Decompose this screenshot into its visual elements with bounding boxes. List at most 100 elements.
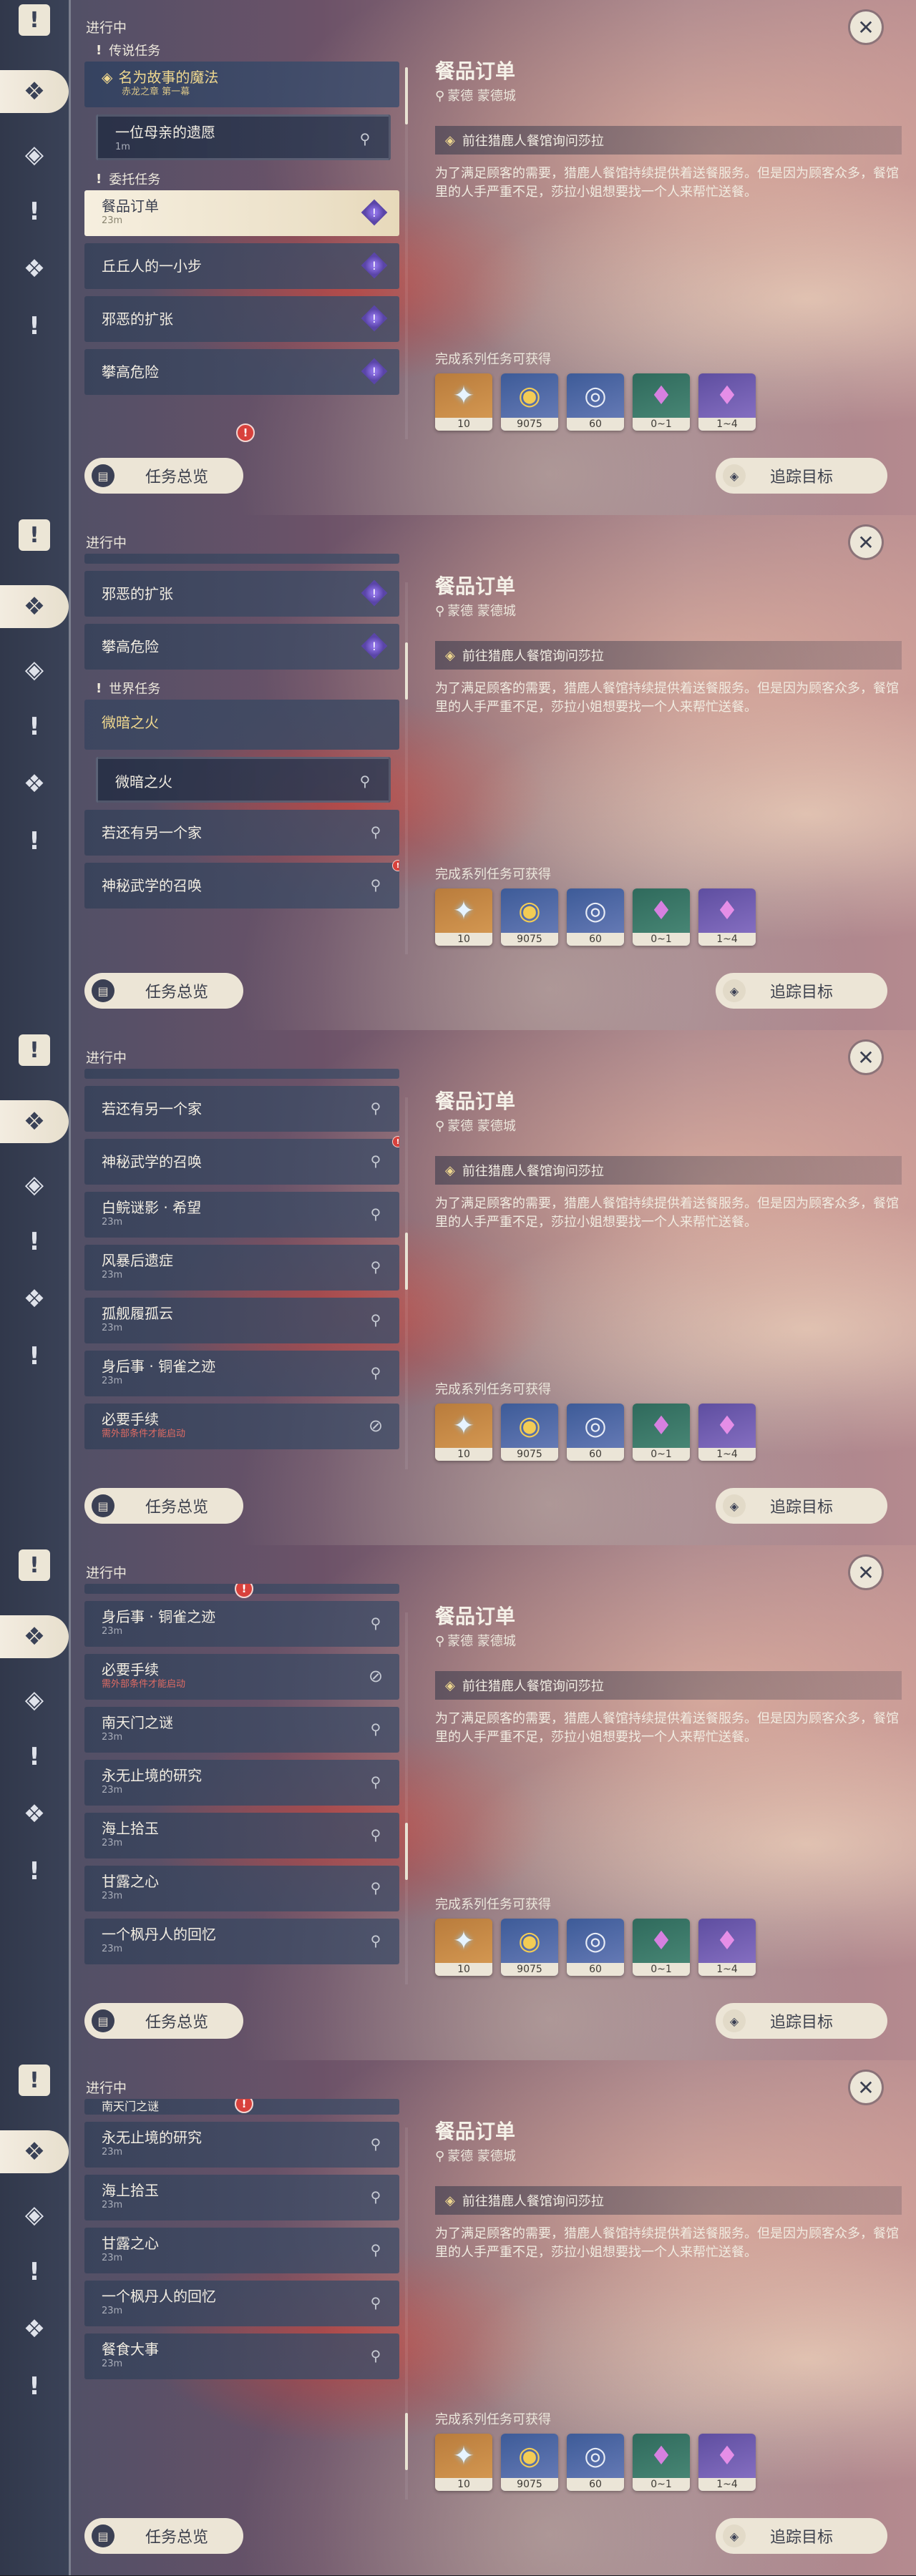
world-quest-icon[interactable]: ❖: [16, 2311, 53, 2348]
location-pin-icon[interactable]: ⚲: [364, 2132, 388, 2156]
quest-item[interactable]: 邪恶的扩张!: [84, 571, 399, 617]
reward-primogem[interactable]: ✦ 10: [435, 2434, 492, 2491]
reward-mora[interactable]: ◉ 9075: [501, 373, 558, 431]
quest-item[interactable]: 若还有另一个家 ⚲: [84, 1086, 399, 1132]
quest-item[interactable]: 甘露之心 23m ⚲: [84, 1866, 399, 1911]
quest-book-icon[interactable]: !: [19, 2065, 50, 2096]
quest-item-partial[interactable]: 南天门之谜!: [84, 2099, 399, 2115]
quest-item[interactable]: 攀高危险!: [84, 624, 399, 670]
quest-item[interactable]: 微暗之火: [84, 700, 399, 750]
archon-quest-icon[interactable]: ◈: [16, 651, 53, 688]
reward-mora[interactable]: ◉ 9075: [501, 1404, 558, 1461]
quest-item[interactable]: 风暴后遗症 23m ⚲: [84, 1245, 399, 1291]
quest-item[interactable]: 神秘武学的召唤 ⚲!: [84, 1136, 399, 1185]
unavailable-icon[interactable]: ⊘: [364, 1414, 388, 1438]
reward-crystal-green[interactable]: ♦ 0~1: [633, 373, 690, 431]
commission-icon[interactable]: !: [361, 252, 388, 279]
world-quest-icon[interactable]: ❖: [16, 1280, 53, 1318]
commission-icon[interactable]: !: [361, 199, 388, 226]
reward-crystal-purple[interactable]: ♦ 1~4: [698, 2434, 756, 2491]
world-quest-icon[interactable]: ❖: [16, 250, 53, 288]
quest-item[interactable]: 必要手续 需外部条件才能启动 ⊘: [84, 1654, 399, 1700]
quest-item[interactable]: 丘丘人的一小步!: [84, 243, 399, 289]
quest-item[interactable]: 若还有另一个家 ⚲: [84, 810, 399, 856]
sub-quest-item[interactable]: 一位母亲的遗愿 1m ⚲: [96, 114, 391, 160]
story-quest-icon[interactable]: !: [16, 1223, 53, 1260]
reward-primogem[interactable]: ✦ 10: [435, 888, 492, 946]
quest-item-partial[interactable]: [84, 1069, 399, 1079]
reward-adventure-exp[interactable]: ◎ 60: [567, 2434, 624, 2491]
reward-crystal-green[interactable]: ♦ 0~1: [633, 888, 690, 946]
all-quests-icon[interactable]: ❖: [0, 70, 69, 113]
track-target-button[interactable]: ◈ 追踪目标: [716, 2003, 887, 2039]
list-scrollbar[interactable]: [405, 1823, 408, 1880]
list-scrollbar[interactable]: [405, 642, 408, 700]
reward-crystal-green[interactable]: ♦ 0~1: [633, 2434, 690, 2491]
track-target-button[interactable]: ◈ 追踪目标: [716, 973, 887, 1009]
archon-quest-icon[interactable]: ◈: [16, 136, 53, 173]
list-scrollbar[interactable]: [405, 1233, 408, 1290]
list-scrollbar[interactable]: [405, 2413, 408, 2470]
location-pin-icon[interactable]: ⚲: [364, 1717, 388, 1741]
quest-item[interactable]: 海上拾玉 23m ⚲: [84, 1813, 399, 1858]
track-target-button[interactable]: ◈ 追踪目标: [716, 458, 887, 494]
quest-item[interactable]: 永无止境的研究 23m ⚲: [84, 1760, 399, 1806]
unavailable-icon[interactable]: ⊘: [364, 1664, 388, 1688]
reward-mora[interactable]: ◉ 9075: [501, 888, 558, 946]
track-target-button[interactable]: ◈ 追踪目标: [716, 1488, 887, 1524]
location-pin-icon[interactable]: ⚲: [364, 1823, 388, 1847]
close-button[interactable]: ✕: [850, 527, 882, 558]
location-pin-icon[interactable]: ⚲: [364, 820, 388, 844]
reward-adventure-exp[interactable]: ◎ 60: [567, 1919, 624, 1976]
reward-primogem[interactable]: ✦ 10: [435, 1404, 492, 1461]
world-quest-icon[interactable]: ❖: [16, 765, 53, 803]
quest-item[interactable]: 海上拾玉 23m ⚲: [84, 2175, 399, 2220]
quest-item[interactable]: 一个枫丹人的回忆 23m ⚲: [84, 1919, 399, 1964]
story-quest-icon[interactable]: !: [16, 2253, 53, 2291]
quest-book-icon[interactable]: !: [19, 1034, 50, 1066]
quest-item[interactable]: 南天门之谜 23m ⚲: [84, 1707, 399, 1753]
quest-item[interactable]: 餐食大事 23m ⚲: [84, 2333, 399, 2379]
story-quest-icon[interactable]: !: [16, 1738, 53, 1776]
quest-item[interactable]: 身后事 · 铜雀之迹 23m ⚲: [84, 1351, 399, 1396]
location-pin-icon[interactable]: ⚲: [353, 127, 377, 151]
location-pin-icon[interactable]: ⚲: [364, 1096, 388, 1120]
archon-quest-icon[interactable]: ◈: [16, 1166, 53, 1203]
location-pin-icon[interactable]: ⚲: [364, 1202, 388, 1226]
close-button[interactable]: ✕: [850, 1042, 882, 1073]
event-quest-icon[interactable]: !: [16, 308, 53, 345]
reward-adventure-exp[interactable]: ◎ 60: [567, 888, 624, 946]
location-pin-icon[interactable]: ⚲: [364, 1611, 388, 1635]
sub-quest-item[interactable]: 微暗之火 ⚲: [96, 757, 391, 803]
reward-crystal-purple[interactable]: ♦ 1~4: [698, 373, 756, 431]
reward-mora[interactable]: ◉ 9075: [501, 1919, 558, 1976]
event-quest-icon[interactable]: !: [16, 823, 53, 860]
event-quest-icon[interactable]: !: [16, 1853, 53, 1890]
location-pin-icon[interactable]: ⚲: [364, 2185, 388, 2209]
track-target-button[interactable]: ◈ 追踪目标: [716, 2518, 887, 2554]
quest-item-partial[interactable]: !: [84, 1584, 399, 1598]
quest-book-icon[interactable]: !: [19, 4, 50, 36]
reward-crystal-purple[interactable]: ♦ 1~4: [698, 1404, 756, 1461]
close-button[interactable]: ✕: [850, 1557, 882, 1588]
reward-primogem[interactable]: ✦ 10: [435, 373, 492, 431]
reward-crystal-purple[interactable]: ♦ 1~4: [698, 1919, 756, 1976]
close-button[interactable]: ✕: [850, 11, 882, 43]
quest-book-icon[interactable]: !: [19, 519, 50, 551]
quest-item[interactable]: 甘露之心 23m ⚲: [84, 2228, 399, 2273]
quest-overview-button[interactable]: ▤ 任务总览: [84, 2518, 243, 2554]
reward-mora[interactable]: ◉ 9075: [501, 2434, 558, 2491]
location-pin-icon[interactable]: ⚲: [364, 1929, 388, 1953]
quest-item[interactable]: 餐品订单23m!: [84, 190, 399, 236]
all-quests-icon[interactable]: ❖: [0, 585, 69, 628]
quest-item[interactable]: 孤舰履孤云 23m ⚲: [84, 1298, 399, 1343]
location-pin-icon[interactable]: ⚲: [364, 1876, 388, 1900]
quest-overview-button[interactable]: ▤ 任务总览: [84, 973, 243, 1009]
location-pin-icon[interactable]: ⚲: [364, 873, 388, 897]
location-pin-icon[interactable]: ⚲: [353, 769, 377, 793]
close-button[interactable]: ✕: [850, 2072, 882, 2103]
quest-item[interactable]: 一个枫丹人的回忆 23m ⚲: [84, 2281, 399, 2326]
quest-item[interactable]: 神秘武学的召唤 ⚲!: [84, 860, 399, 909]
archon-quest-icon[interactable]: ◈: [16, 2196, 53, 2233]
commission-icon[interactable]: !: [361, 579, 388, 607]
